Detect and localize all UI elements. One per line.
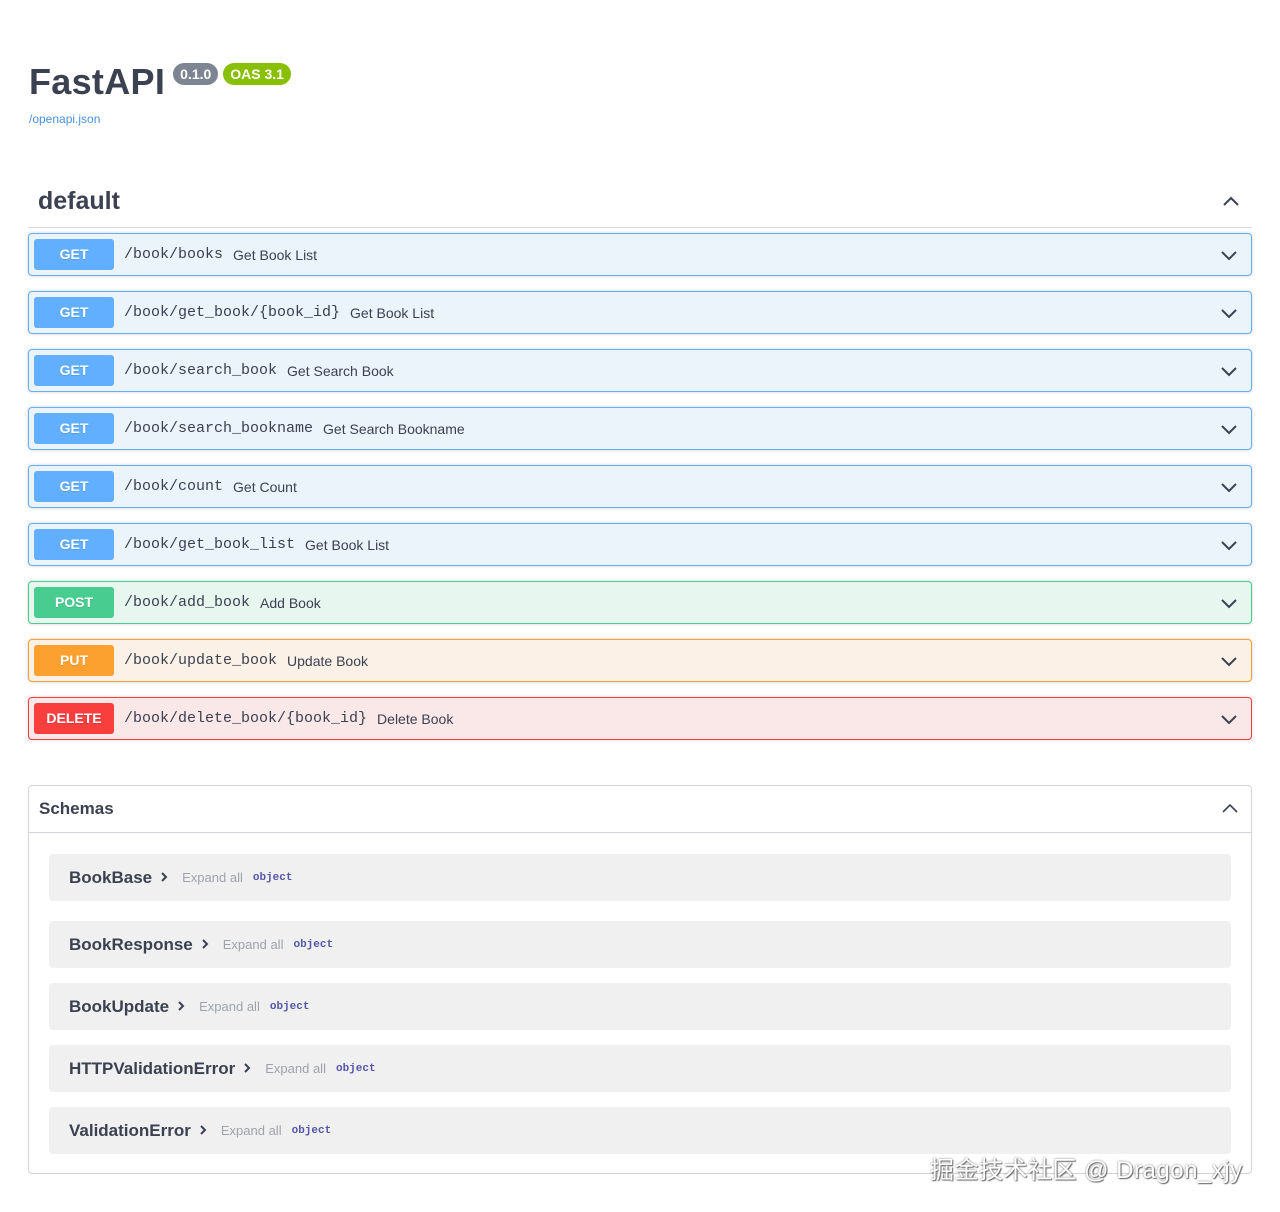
method-badge: GET [34,471,114,502]
schemas-section: Schemas BookBase Expand all object BookR… [28,785,1252,1174]
operation-path: /book/delete_book/{book_id} [124,710,368,727]
chevron-down-icon[interactable] [1218,476,1240,498]
model-type: object [252,871,293,884]
operation-search-book[interactable]: GET /book/search_book Get Search Book [28,349,1252,392]
operation-delete-book[interactable]: DELETE /book/delete_book/{book_id} Delet… [28,697,1252,740]
chevron-down-icon[interactable] [1218,418,1240,440]
operation-path: /book/get_book/{book_id} [124,304,341,321]
operation-summary: Get Count [233,478,297,495]
chevron-down-icon[interactable] [1218,592,1240,614]
tag-title: default [38,187,120,215]
chevron-down-icon[interactable] [1218,360,1240,382]
operation-path: /book/search_book [124,362,278,379]
model-httpvalidationerror[interactable]: HTTPValidationError Expand all object [49,1045,1231,1092]
expand-all-link[interactable]: Expand all [199,999,260,1014]
expand-all-link[interactable]: Expand all [223,937,284,952]
expand-all-link[interactable]: Expand all [265,1061,326,1076]
version-badge: 0.1.0 [173,63,219,85]
operation-summary: Get Book List [305,536,390,553]
chevron-up-icon[interactable] [1219,798,1241,820]
model-type: object [293,938,334,951]
chevron-right-icon[interactable] [197,1123,209,1141]
operation-search-bookname[interactable]: GET /book/search_bookname Get Search Boo… [28,407,1252,450]
operation-get-books[interactable]: GET /book/books Get Book List [28,233,1252,276]
method-badge: GET [34,529,114,560]
oas-badge: OAS 3.1 [223,63,291,85]
chevron-down-icon[interactable] [1218,534,1240,556]
model-bookupdate[interactable]: BookUpdate Expand all object [49,983,1231,1030]
model-validationerror[interactable]: ValidationError Expand all object [49,1107,1231,1154]
model-bookbase[interactable]: BookBase Expand all object [49,854,1231,901]
model-name: HTTPValidationError [69,1058,236,1078]
watermark: 掘金技术社区 @ Dragon_xjy [930,1157,1243,1184]
model-name: ValidationError [69,1120,191,1140]
operation-path: /book/add_book [124,594,251,611]
operation-summary: Update Book [287,652,368,669]
method-badge: GET [34,297,114,328]
expand-all-link[interactable]: Expand all [221,1123,282,1138]
model-bookresponse[interactable]: BookResponse Expand all object [49,921,1231,968]
chevron-right-icon[interactable] [175,999,187,1017]
tag-section-default: default [28,176,1252,228]
model-name: BookResponse [69,934,193,954]
method-badge: GET [34,355,114,386]
chevron-right-icon[interactable] [241,1061,253,1079]
chevron-right-icon[interactable] [199,937,211,955]
operation-path: /book/books [124,246,224,263]
openapi-json-link[interactable]: /openapi.json [29,112,291,126]
operation-path: /book/update_book [124,652,278,669]
chevron-right-icon[interactable] [158,870,170,888]
expand-all-link[interactable]: Expand all [182,870,243,885]
schemas-title: Schemas [39,799,114,818]
method-badge: DELETE [34,703,114,734]
api-info: FastAPI 0.1.0 OAS 3.1 /openapi.json [29,60,291,126]
operation-summary: Get Search Book [287,362,394,379]
operation-summary: Get Book List [233,246,318,263]
operation-update-book[interactable]: PUT /book/update_book Update Book [28,639,1252,682]
chevron-down-icon[interactable] [1218,708,1240,730]
model-name: BookBase [69,867,153,887]
tag-header[interactable]: default [28,176,1252,228]
operation-get-book-by-id[interactable]: GET /book/get_book/{book_id} Get Book Li… [28,291,1252,334]
chevron-up-icon[interactable] [1220,191,1242,213]
schemas-header[interactable]: Schemas [29,786,1251,833]
operation-summary: Delete Book [377,710,454,727]
operation-summary: Get Search Bookname [323,420,465,437]
operation-summary: Add Book [260,594,321,611]
chevron-down-icon[interactable] [1218,302,1240,324]
api-title: FastAPI [29,61,166,102]
operation-count[interactable]: GET /book/count Get Count [28,465,1252,508]
operation-path: /book/get_book_list [124,536,296,553]
method-badge: GET [34,239,114,270]
model-type: object [291,1124,332,1137]
method-badge: POST [34,587,114,618]
operation-add-book[interactable]: POST /book/add_book Add Book [28,581,1252,624]
method-badge: GET [34,413,114,444]
model-type: object [335,1062,376,1075]
operation-path: /book/search_bookname [124,420,314,437]
operation-path: /book/count [124,478,224,495]
operations-list: GET /book/books Get Book List GET /book/… [28,233,1252,755]
chevron-down-icon[interactable] [1218,650,1240,672]
model-type: object [269,1000,310,1013]
model-name: BookUpdate [69,996,170,1016]
operation-get-book-list[interactable]: GET /book/get_book_list Get Book List [28,523,1252,566]
method-badge: PUT [34,645,114,676]
operation-summary: Get Book List [350,304,435,321]
chevron-down-icon[interactable] [1218,244,1240,266]
